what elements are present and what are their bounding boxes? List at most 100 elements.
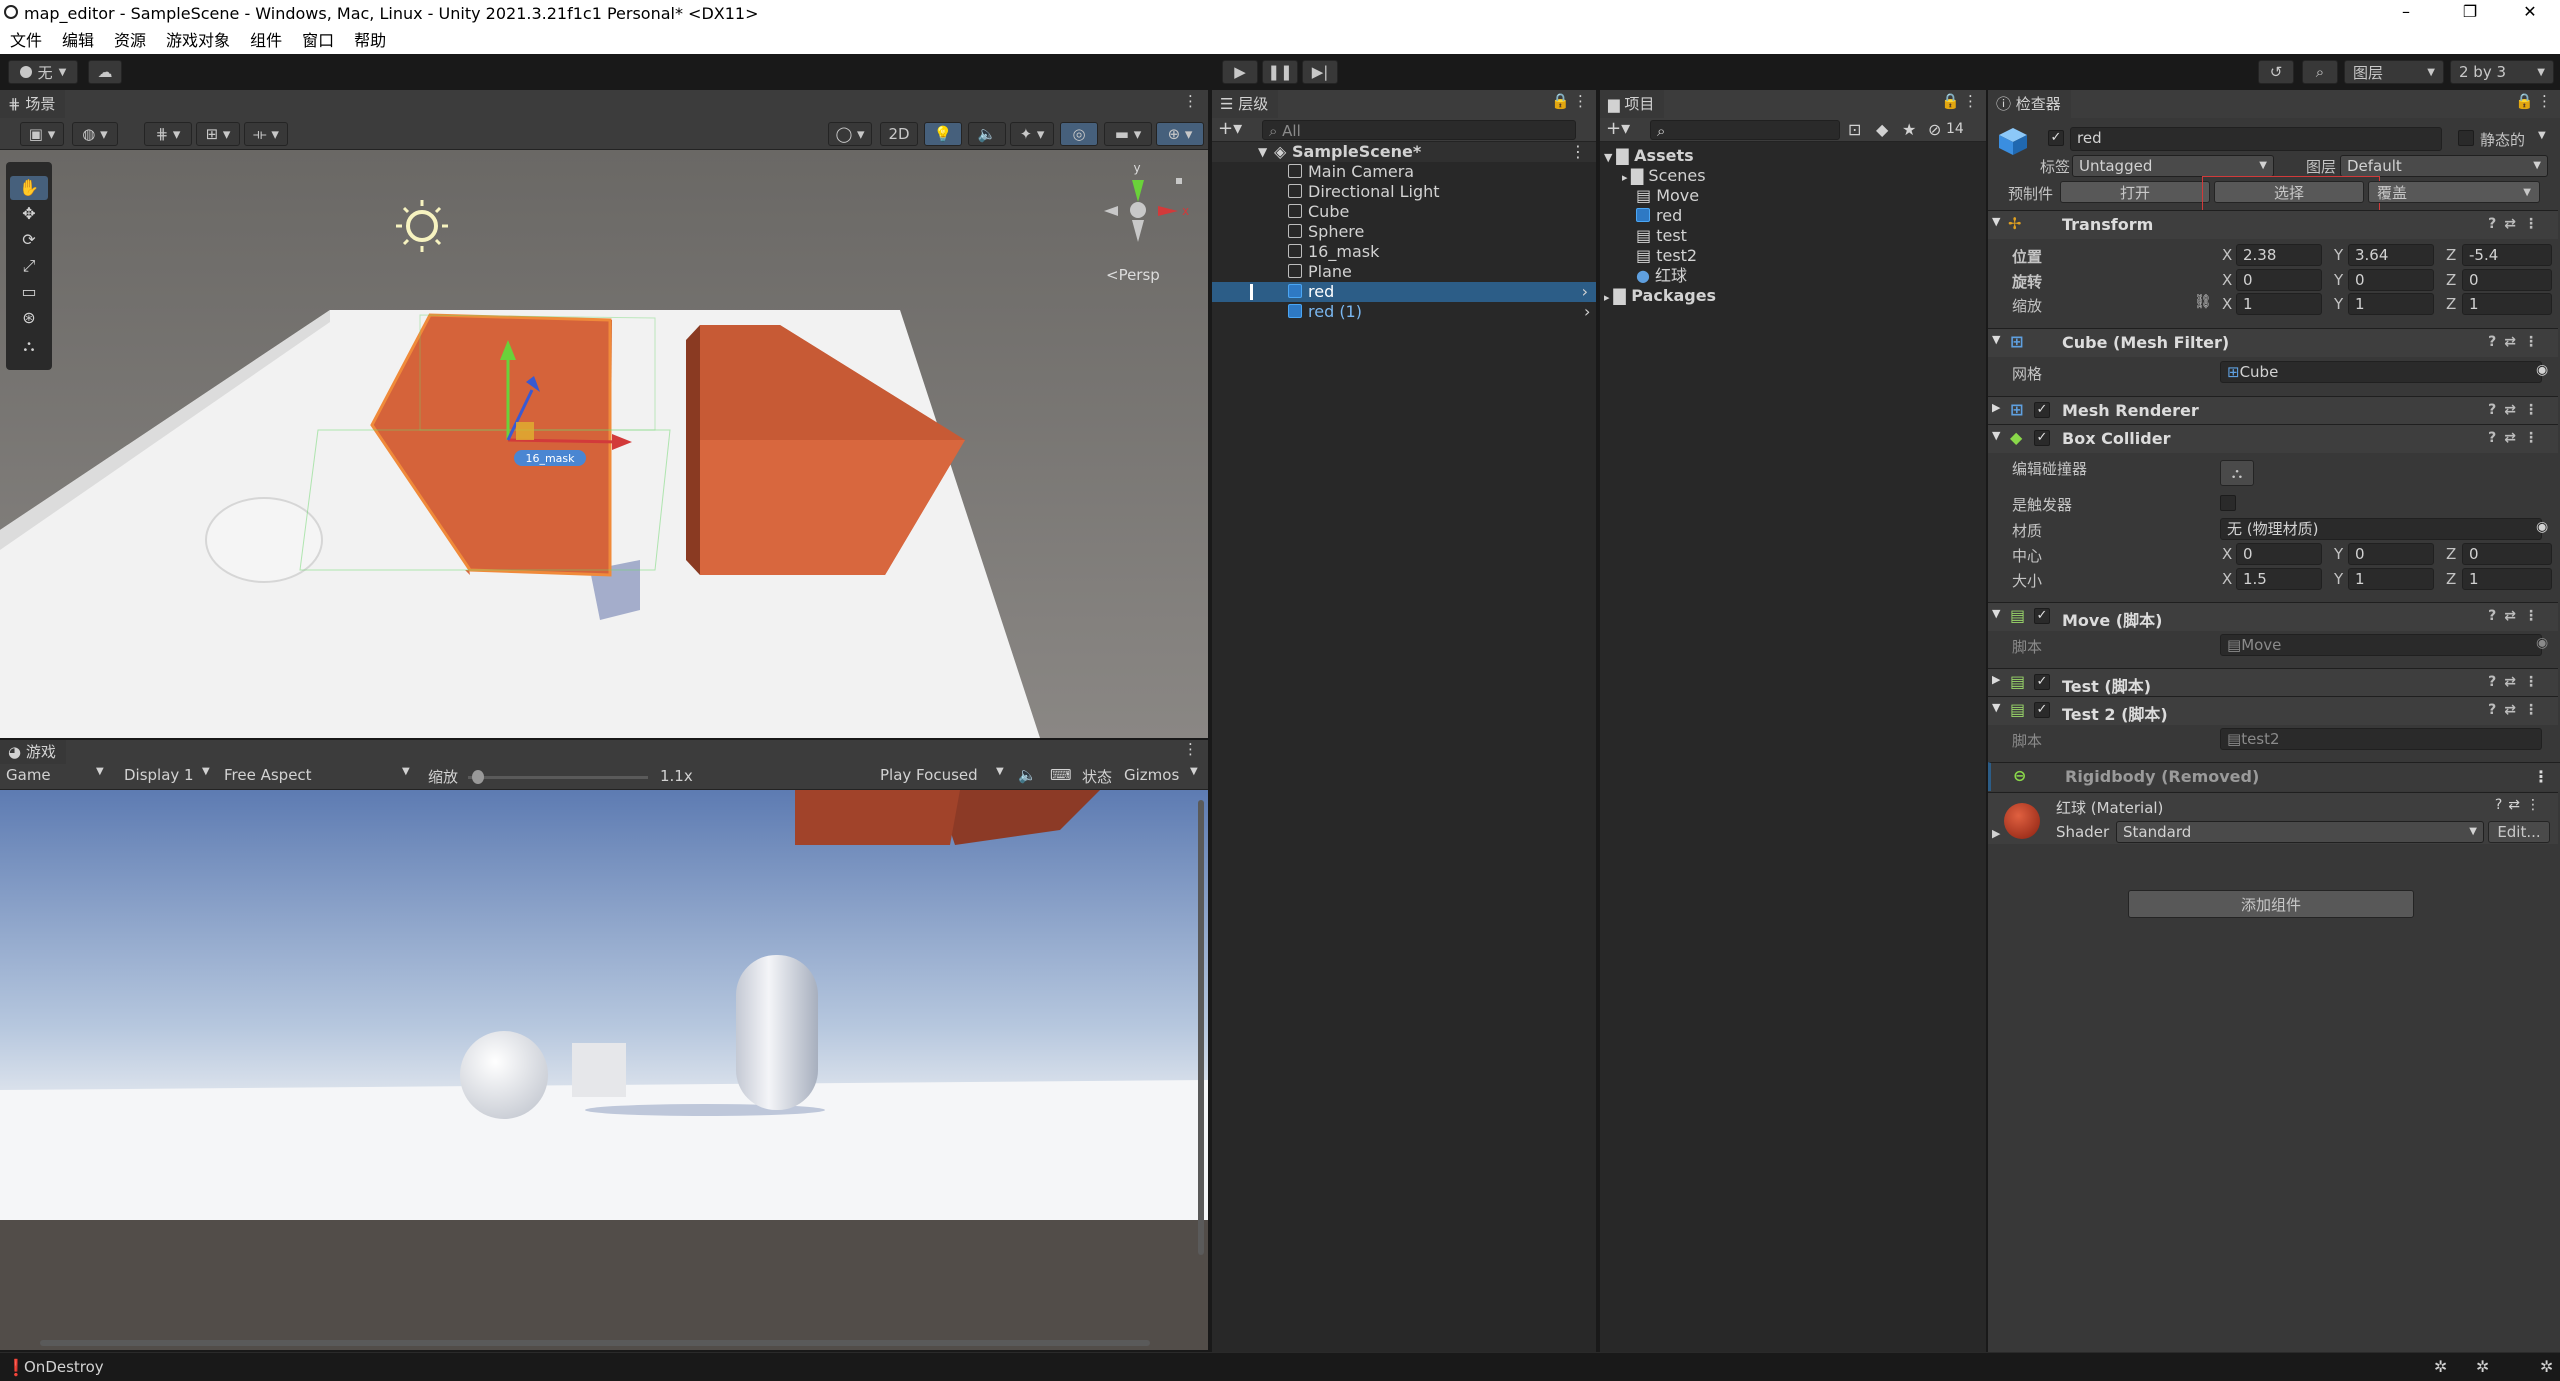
aspect-dropdown[interactable]: Free Aspect — [224, 766, 312, 784]
close-button[interactable]: ✕ — [2510, 2, 2550, 26]
lock-icon[interactable]: 🔒 — [2515, 92, 2534, 110]
menu-window[interactable]: 窗口 — [302, 28, 334, 54]
step-button[interactable]: ▶| — [1302, 60, 1338, 84]
shader-edit-button[interactable]: Edit... — [2488, 821, 2550, 843]
menu-component[interactable]: 组件 — [250, 28, 282, 54]
layer-dropdown[interactable]: Default ▼ — [2340, 155, 2548, 177]
hierarchy-item[interactable]: Cube — [1288, 202, 1349, 222]
maximize-button[interactable]: ❐ — [2450, 2, 2490, 26]
component-actions-icon[interactable]: ?⇄⋮ — [2488, 334, 2546, 350]
status-message[interactable]: OnDestroy — [24, 1358, 104, 1376]
object-picker-icon[interactable]: ◉ — [2536, 519, 2548, 535]
project-item[interactable]: ▤ test — [1636, 226, 1687, 246]
size-y-field[interactable]: 1 — [2348, 568, 2434, 590]
add-component-button[interactable]: 添加组件 — [2128, 890, 2414, 918]
mesh-renderer-enabled-checkbox[interactable]: ✓ — [2034, 402, 2050, 418]
lock-icon[interactable]: 🔒 — [1941, 92, 1960, 110]
mute-audio-icon[interactable]: 🔈 — [1018, 766, 1037, 784]
scene-menu-icon[interactable]: ⋮ — [1570, 142, 1586, 162]
progress-icon[interactable]: ✲ — [2476, 1357, 2489, 1376]
center-y-field[interactable]: 0 — [2348, 543, 2434, 565]
panel-menu-icon[interactable]: ⋮ — [2537, 92, 2552, 110]
cloud-icon[interactable]: ☁ — [88, 60, 122, 84]
create-plus-icon[interactable]: +▾ — [1218, 118, 1242, 139]
tab-project[interactable]: ▆ 项目 — [1600, 90, 1665, 118]
move-enabled-checkbox[interactable]: ✓ — [2034, 608, 2050, 624]
gizmos-dropdown[interactable]: ⊕ ▾ — [1156, 122, 1204, 146]
gizmos-dropdown-game[interactable]: Gizmos — [1124, 766, 1179, 784]
project-search-input[interactable]: ⌕ — [1650, 120, 1840, 140]
move-tool-icon[interactable]: ✥ — [10, 202, 48, 226]
link-icon[interactable]: ⛓ — [2194, 294, 2212, 310]
persp-label[interactable]: <Persp — [1106, 266, 1160, 284]
component-actions-icon[interactable]: ?⇄⋮ — [2495, 797, 2546, 813]
active-checkbox[interactable]: ✓ — [2048, 130, 2064, 146]
tag-dropdown[interactable]: Untagged ▼ — [2072, 155, 2274, 177]
rotation-x-field[interactable]: 0 — [2236, 269, 2322, 291]
scale-slider-thumb[interactable] — [472, 770, 484, 784]
object-name-input[interactable]: red — [2070, 127, 2442, 151]
component-actions-icon[interactable]: ?⇄⋮ — [2488, 702, 2546, 718]
box-collider-header[interactable]: ▼ ◆ ✓ Box Collider ?⇄⋮ — [1988, 424, 2558, 453]
expand-arrow-icon[interactable]: ▼ — [1258, 142, 1267, 162]
position-x-field[interactable]: 2.38 — [2236, 244, 2322, 266]
search-by-type-icon[interactable]: ⊡ — [1848, 120, 1861, 139]
layout-dropdown[interactable]: 2 by 3 ▼ — [2450, 60, 2554, 84]
position-z-field[interactable]: -5.4 — [2462, 244, 2552, 266]
move-script-header[interactable]: ▼ ▤ ✓ Move (脚本) ?⇄⋮ — [1988, 602, 2558, 631]
draw-mode-dropdown[interactable]: ▣ ▾ — [20, 122, 64, 146]
chevron-right-icon[interactable]: › — [1582, 282, 1588, 302]
size-x-field[interactable]: 1.5 — [2236, 568, 2322, 590]
menu-file[interactable]: 文件 — [10, 28, 42, 54]
hierarchy-item[interactable]: Plane — [1288, 262, 1352, 282]
keyboard-icon[interactable]: ⌨ — [1050, 766, 1072, 784]
history-icon[interactable]: ↺ — [2258, 60, 2294, 84]
hand-tool-icon[interactable]: ✋ — [10, 176, 48, 200]
hidden-packages-icon[interactable]: ⊘ — [1928, 120, 1941, 139]
rotate-tool-icon[interactable]: ⟳ — [10, 228, 48, 252]
favorite-icon[interactable]: ★ — [1902, 120, 1916, 139]
test2-enabled-checkbox[interactable]: ✓ — [2034, 702, 2050, 718]
audio-toggle-icon[interactable]: 🔈 — [968, 122, 1006, 146]
scale-z-field[interactable]: 1 — [2462, 293, 2552, 315]
lighting-toggle-icon[interactable]: 💡 — [924, 122, 962, 146]
layers-dropdown[interactable]: 图层 ▼ — [2344, 60, 2444, 84]
game-viewport[interactable] — [0, 790, 1208, 1350]
hierarchy-item[interactable]: red (1) — [1288, 302, 1362, 322]
toggle-2d-button[interactable]: 2D — [880, 122, 918, 146]
menu-edit[interactable]: 编辑 — [62, 28, 94, 54]
snap-increment-dropdown[interactable]: ⟛ ▾ — [244, 122, 288, 146]
test2-script-header[interactable]: ▼ ▤ ✓ Test 2 (脚本) ?⇄⋮ — [1988, 696, 2558, 725]
visibility-toggle-icon[interactable]: ◎ — [1060, 122, 1098, 146]
physics-material-field[interactable]: 无 (物理材质) — [2220, 518, 2542, 540]
test-script-header[interactable]: ▶ ▤ ✓ Test (脚本) ?⇄⋮ — [1988, 668, 2558, 697]
tab-scene[interactable]: ⋕ 场景 — [0, 90, 66, 118]
panel-menu-icon[interactable]: ⋮ — [1573, 92, 1588, 110]
component-menu-icon[interactable]: ⋮ — [2533, 767, 2549, 786]
edit-collider-button[interactable]: ⛬ — [2220, 460, 2254, 486]
tab-hierarchy[interactable]: ☰ 层级 — [1212, 90, 1279, 118]
component-actions-icon[interactable]: ?⇄⋮ — [2488, 402, 2546, 418]
game-hscrollbar[interactable] — [40, 1340, 1150, 1346]
rect-tool-icon[interactable]: ▭ — [10, 280, 48, 304]
assets-folder[interactable]: ▼ ▇ Assets — [1604, 146, 1694, 166]
play-focused-dropdown[interactable]: Play Focused — [880, 766, 978, 784]
menu-assets[interactable]: 资源 — [114, 28, 146, 54]
play-button[interactable]: ▶ — [1222, 60, 1258, 84]
scene-row[interactable]: ▼ ◈ SampleScene* ⋮ — [1212, 142, 1596, 162]
minimize-button[interactable]: – — [2386, 2, 2426, 26]
game-scrollbar[interactable] — [1198, 800, 1204, 1255]
rotation-z-field[interactable]: 0 — [2462, 269, 2552, 291]
pause-button[interactable]: ❚❚ — [1262, 60, 1298, 84]
panel-menu-icon[interactable]: ⋮ — [1183, 92, 1198, 110]
hierarchy-item[interactable]: Directional Light — [1288, 182, 1440, 202]
static-checkbox[interactable] — [2458, 130, 2474, 146]
mesh-field[interactable]: ⊞Cube — [2220, 361, 2542, 383]
scale-y-field[interactable]: 1 — [2348, 293, 2434, 315]
center-z-field[interactable]: 0 — [2462, 543, 2552, 565]
effects-dropdown[interactable]: ✦ ▾ — [1010, 122, 1054, 146]
project-item[interactable]: ▤ test2 — [1636, 246, 1697, 266]
project-item[interactable]: ● 红球 — [1636, 266, 1687, 286]
component-actions-icon[interactable]: ?⇄⋮ — [2488, 608, 2546, 624]
scale-x-field[interactable]: 1 — [2236, 293, 2322, 315]
